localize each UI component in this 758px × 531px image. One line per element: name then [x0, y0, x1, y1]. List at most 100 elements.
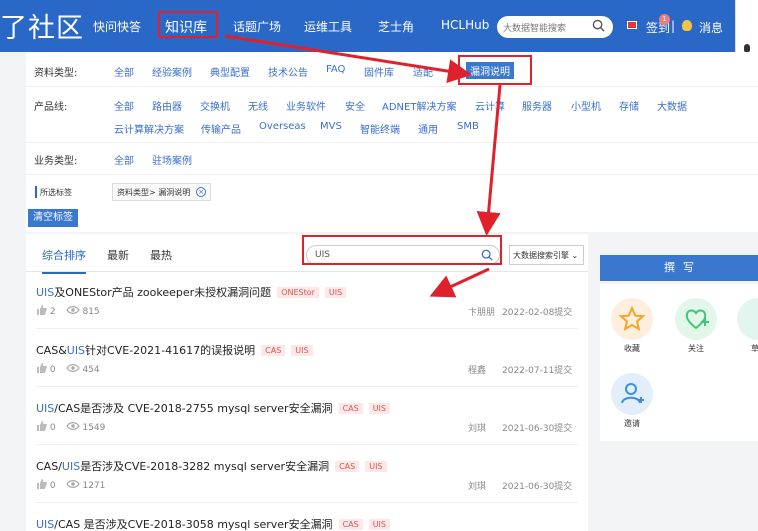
- result-tag[interactable]: UIS: [291, 345, 313, 356]
- nav-item-qa[interactable]: 快问快答: [93, 18, 141, 35]
- title-highlight: UIS: [66, 344, 86, 357]
- result-author[interactable]: 卞朋朋: [468, 305, 495, 318]
- eye-icon: [65, 422, 80, 430]
- nav-item-knowledge-base[interactable]: 知识库: [158, 11, 218, 38]
- title-suffix: 是否涉及CVE-2018-3282 mysql server安全漏洞: [80, 460, 330, 473]
- nav-item-hclhub[interactable]: HCLHub: [441, 18, 489, 32]
- flag-icon[interactable]: [627, 21, 637, 29]
- result-author[interactable]: 程鑫: [468, 363, 486, 376]
- view-count: 1549: [82, 423, 106, 433]
- tab-latest[interactable]: 最新: [107, 247, 129, 263]
- like-count: 0: [49, 423, 56, 433]
- eye-icon: [65, 364, 80, 372]
- result-tag[interactable]: UIS: [368, 403, 390, 414]
- product-filter-item[interactable]: 交换机: [200, 98, 230, 113]
- favorite-label[interactable]: 收藏: [624, 343, 640, 354]
- thumbs-up-icon[interactable]: [36, 479, 47, 489]
- divider: [26, 271, 588, 272]
- result-stats: 0 1271: [36, 479, 105, 491]
- result-tag[interactable]: CAS: [335, 461, 360, 472]
- site-logo[interactable]: 了社区: [0, 6, 84, 45]
- result-title-link[interactable]: UIS及ONEStor产品 zookeeper未授权漏洞问题 ONEStor UIS: [36, 284, 347, 300]
- divider: [36, 502, 578, 503]
- global-search-input[interactable]: 大数据智能搜索: [497, 16, 613, 38]
- result-tag[interactable]: ONEStor: [277, 287, 319, 298]
- result-title-link[interactable]: UIS/CAS是否涉及 CVE-2018-2755 mysql server安全…: [36, 400, 390, 416]
- eye-icon: [65, 306, 80, 314]
- product-filter-item[interactable]: 小型机: [571, 98, 601, 113]
- thumbs-up-icon[interactable]: [36, 305, 47, 315]
- product-filter-item[interactable]: 云计算: [475, 98, 505, 113]
- result-tag[interactable]: CAS: [261, 345, 286, 356]
- result-tag[interactable]: UIS: [368, 519, 390, 530]
- product-filter-item[interactable]: 安全: [345, 98, 365, 113]
- result-title-link[interactable]: CAS&UIS针对CVE-2021-41617的误报说明 CAS UIS: [36, 342, 313, 358]
- result-author[interactable]: 刘琪: [468, 479, 486, 492]
- divider: [36, 444, 578, 445]
- tab-overall[interactable]: 综合排序: [42, 247, 86, 274]
- product-filter-item[interactable]: Overseas: [259, 121, 306, 132]
- like-count: 0: [49, 481, 56, 491]
- type-filter-label: 资料类型:: [34, 68, 78, 79]
- type-filter-adapt[interactable]: 适配: [413, 64, 433, 79]
- draft-label[interactable]: 草: [751, 343, 758, 354]
- divider: [26, 174, 758, 175]
- type-filter-cases[interactable]: 经验案例: [152, 64, 192, 79]
- draft-icon[interactable]: [737, 298, 758, 340]
- result-tag[interactable]: CAS: [338, 519, 363, 530]
- result-title-link[interactable]: UIS/CAS 是否涉及CVE-2018-3058 mysql server安全…: [36, 516, 390, 531]
- close-icon[interactable]: ×: [196, 187, 206, 197]
- product-filter-item[interactable]: 传输产品: [201, 121, 241, 136]
- product-filter-item[interactable]: ADNET解决方案: [382, 98, 456, 113]
- invite-user-icon[interactable]: [611, 373, 653, 415]
- follow-label[interactable]: 关注: [688, 343, 704, 354]
- product-filter-item[interactable]: 大数据: [657, 98, 687, 113]
- business-filter-onsite[interactable]: 驻场案例: [152, 152, 192, 167]
- product-filter-item[interactable]: 服务器: [522, 98, 552, 113]
- like-count: 2: [49, 307, 56, 317]
- type-filter-all[interactable]: 全部: [114, 64, 134, 79]
- product-filter-item[interactable]: 无线: [248, 98, 268, 113]
- annotation-box-vuln-filter: [458, 55, 532, 85]
- global-search-placeholder: 大数据智能搜索: [503, 24, 567, 34]
- thumbs-up-icon[interactable]: [36, 421, 47, 431]
- product-filter-item[interactable]: 业务软件: [286, 98, 326, 113]
- search-engine-select[interactable]: 大数据搜索引擎 ⌄: [509, 245, 584, 265]
- product-filter-item[interactable]: 智能终端: [360, 121, 400, 136]
- write-button[interactable]: 撰写: [600, 255, 758, 281]
- type-filter-firmware[interactable]: 固件库: [364, 64, 394, 79]
- heart-plus-icon[interactable]: [675, 298, 717, 340]
- product-filter-item[interactable]: 全部: [114, 98, 134, 113]
- result-tag[interactable]: UIS: [365, 461, 387, 472]
- result-title-link[interactable]: CAS/UIS是否涉及CVE-2018-3282 mysql server安全漏…: [36, 458, 387, 474]
- top-nav: 了社区 快问快答 知识库 话题广场 运维工具 芝士角 HCLHub 大数据智能搜…: [0, 0, 758, 52]
- clear-tags-button[interactable]: 清空标签: [28, 209, 78, 227]
- view-count: 815: [82, 307, 100, 317]
- type-filter-faq[interactable]: FAQ: [326, 64, 345, 75]
- thumbs-up-icon[interactable]: [36, 363, 47, 373]
- product-filter-item[interactable]: 通用: [418, 121, 438, 136]
- result-author[interactable]: 刘琪: [468, 421, 486, 434]
- product-filter-item[interactable]: 存储: [619, 98, 639, 113]
- title-highlight: UIS: [61, 460, 81, 473]
- star-icon[interactable]: [611, 298, 653, 340]
- search-icon[interactable]: [592, 19, 605, 32]
- business-filter-all[interactable]: 全部: [114, 152, 134, 167]
- result-tag[interactable]: UIS: [324, 287, 347, 298]
- product-filter-item[interactable]: 路由器: [152, 98, 182, 113]
- nav-item-cheese-corner[interactable]: 芝士角: [378, 18, 414, 35]
- title-suffix: 针对CVE-2021-41617的误报说明: [85, 344, 256, 357]
- product-filter-item[interactable]: SMB: [457, 121, 479, 132]
- tab-hottest[interactable]: 最热: [150, 247, 172, 263]
- nav-item-ops-tools[interactable]: 运维工具: [304, 18, 352, 35]
- business-filter-label: 业务类型:: [34, 156, 78, 167]
- messages-link[interactable]: 消息: [699, 19, 723, 36]
- type-filter-notices[interactable]: 技术公告: [268, 64, 308, 79]
- nav-item-topics[interactable]: 话题广场: [233, 18, 281, 35]
- type-filter-config[interactable]: 典型配置: [210, 64, 250, 79]
- medal-icon[interactable]: [682, 20, 692, 31]
- product-filter-item[interactable]: 云计算解决方案: [114, 121, 184, 136]
- invite-label[interactable]: 邀请: [624, 418, 640, 429]
- result-tag[interactable]: CAS: [338, 403, 363, 414]
- product-filter-item[interactable]: MVS: [320, 121, 342, 132]
